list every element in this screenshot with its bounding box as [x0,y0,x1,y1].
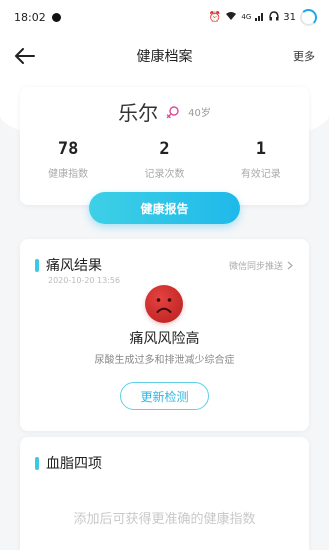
stat-value: 1 [255,139,266,159]
section-accent-bar [35,259,39,272]
stats-row: 78 健康指数 2 记录次数 1 有效记录 [20,139,309,180]
stat-value: 78 [57,139,79,159]
notification-dot-icon [51,12,61,22]
app-header: 健康档案 更多 [0,34,329,78]
page-title: 健康档案 [136,49,193,65]
profile-name-row: 乐尔 40岁 [20,97,309,126]
profile-age: 40岁 [188,108,211,119]
gout-section-title: 痛风结果 [46,258,102,274]
stat-label: 有效记录 [240,169,281,180]
health-report-button[interactable]: 健康报告 [89,192,240,224]
battery-ring-icon [300,8,317,26]
profile-card: 乐尔 40岁 78 健康指数 2 记录次数 1 有效记录 [20,87,309,205]
stat-label: 记录次数 [144,169,185,180]
status-bar: 18:02 ⏰ 4G 31 [0,0,329,34]
sad-face-icon [145,285,183,323]
stat-valid-records[interactable]: 1 有效记录 [221,139,301,180]
risk-description: 尿酸生成过多和排泄减少综合症 [94,355,235,366]
status-time: 18:02 [14,10,46,24]
wifi-icon [225,11,237,24]
stat-value: 2 [159,139,170,159]
signal-icon [255,11,265,24]
battery-level: 31 [283,11,296,23]
gout-result-date: 2020-10-20 13:56 [48,276,121,285]
lipid-add-hint[interactable]: 添加后可获得更准确的健康指数 [20,508,309,527]
lipid-section-title: 血脂四项 [46,456,102,472]
update-test-button[interactable]: 更新检测 [120,382,209,410]
lipid-card: 血脂四项 添加后可获得更准确的健康指数 [20,437,309,550]
back-button[interactable] [12,44,38,68]
arrow-left-icon [15,48,35,64]
chevron-right-icon [287,261,293,270]
wechat-sync-label: 微信同步推送 [228,262,283,272]
female-icon [166,105,179,118]
alarm-icon: ⏰ [208,11,222,23]
network-type: 4G [241,13,252,21]
status-right: ⏰ 4G 31 [208,8,317,26]
section-accent-bar [35,457,39,470]
stat-record-count[interactable]: 2 记录次数 [124,139,204,180]
headphones-icon [269,10,279,24]
status-left: 18:02 [14,11,61,24]
more-button[interactable]: 更多 [293,48,315,64]
risk-title: 痛风风险高 [129,331,200,347]
stat-health-index[interactable]: 78 健康指数 [28,139,108,180]
stat-label: 健康指数 [48,169,89,180]
gout-result-card: 痛风结果 2020-10-20 13:56 微信同步推送 痛风风险高 尿酸生成过… [20,239,309,431]
wechat-sync-link[interactable]: 微信同步推送 [229,259,293,272]
profile-name: 乐尔 [118,101,159,125]
